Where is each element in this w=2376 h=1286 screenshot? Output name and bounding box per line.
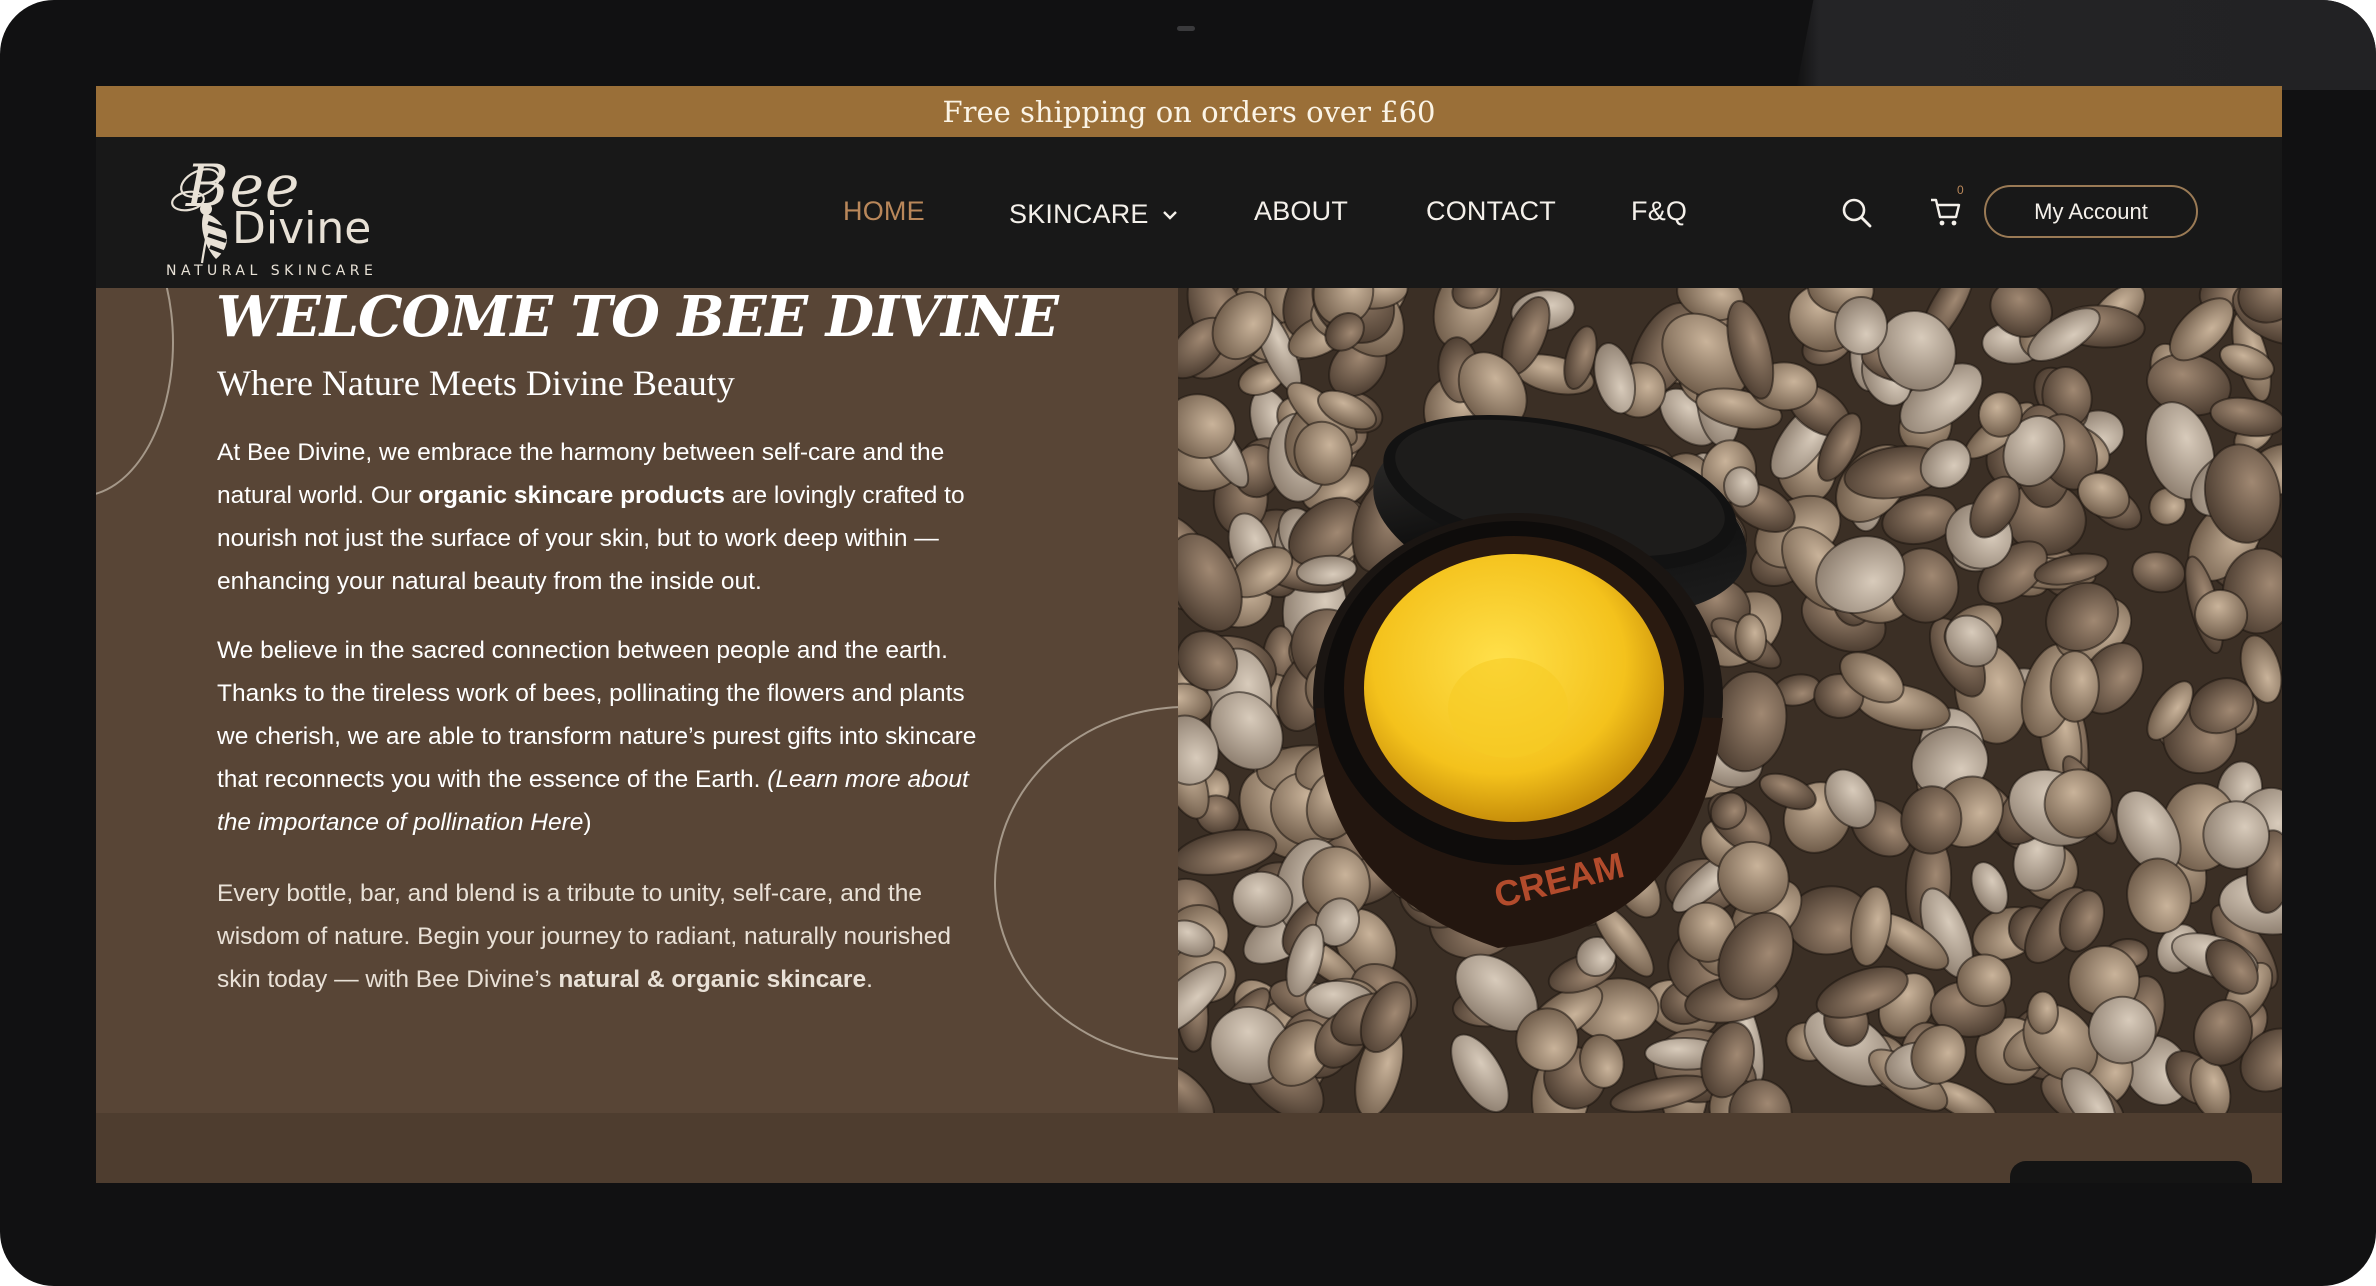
pebble <box>2026 990 2059 1035</box>
intro-paragraph: At Bee Divine, we embrace the harmony be… <box>217 431 987 603</box>
nav-contact[interactable]: CONTACT <box>1426 196 1556 227</box>
hero-subtitle: Where Nature Meets Divine Beauty <box>217 363 735 403</box>
intro-emphasis: organic skincare products <box>418 482 725 509</box>
hero-section: WELCOME TO BEE DIVINE Where Nature Meets… <box>96 288 2282 1113</box>
cart-button[interactable]: 0 <box>1929 183 1964 234</box>
nav-about[interactable]: ABOUT <box>1254 196 1348 227</box>
hero-product-image: CREAM <box>1178 288 2282 1113</box>
site-header: Bee Divine NATURAL SKINCARE HOME SKINCAR… <box>96 137 2282 288</box>
hero-text-panel: WELCOME TO BEE DIVINE Where Nature Meets… <box>96 288 1178 1113</box>
closing-paragraph: Every bottle, bar, and blend is a tribut… <box>217 872 987 1001</box>
promo-text: Free shipping on orders over £60 <box>942 94 1436 129</box>
decorative-circle <box>96 288 174 497</box>
belief-text-end: ) <box>583 809 592 836</box>
cart-count: 0 <box>1957 183 1964 197</box>
floating-tab[interactable] <box>2010 1161 2252 1183</box>
closing-emphasis: natural & organic skincare <box>558 966 867 993</box>
my-account-button[interactable]: My Account <box>1984 185 2198 238</box>
nav-home[interactable]: HOME <box>843 196 925 227</box>
decorative-circle <box>994 706 1178 1060</box>
pebbles-cream-jar-photo: CREAM <box>1178 288 2282 1113</box>
closing-text-end: . <box>866 966 873 993</box>
nav-skincare[interactable]: SKINCARE <box>1009 196 1177 230</box>
cart-icon <box>1931 198 1961 226</box>
promo-bar: Free shipping on orders over £60 <box>96 86 2282 137</box>
nav-fq[interactable]: F&Q <box>1631 196 1687 227</box>
browser-viewport: Free shipping on orders over £60 Bee Div… <box>96 86 2282 1183</box>
tablet-frame: Free shipping on orders over £60 Bee Div… <box>0 0 2376 1286</box>
nav-skincare-label: SKINCARE <box>1009 199 1149 229</box>
hero-title: WELCOME TO BEE DIVINE <box>216 288 1059 350</box>
belief-paragraph: We believe in the sacred connection betw… <box>217 629 987 844</box>
chevron-down-icon <box>1162 196 1177 227</box>
pebble <box>1834 295 1889 356</box>
pebble <box>2049 650 2100 723</box>
next-section-edge <box>96 1113 2282 1183</box>
search-icon[interactable] <box>1841 197 1873 234</box>
pebble <box>1956 953 2013 1008</box>
frame-glare <box>1796 0 2376 90</box>
camera-dot <box>1177 26 1195 31</box>
